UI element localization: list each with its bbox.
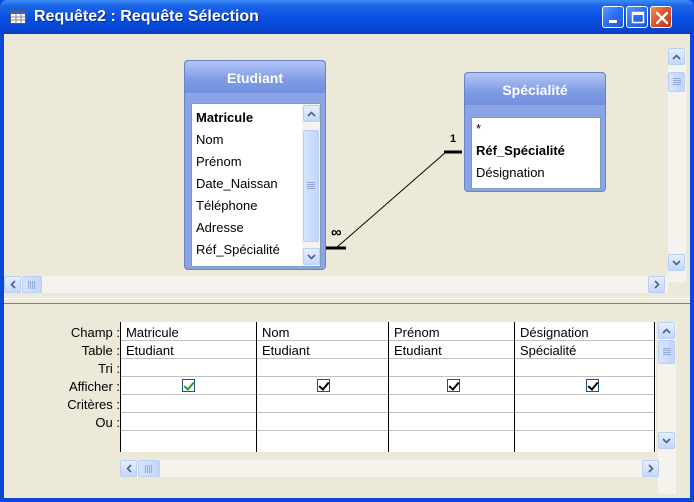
chevron-up-icon [307, 110, 316, 117]
scroll-up-button[interactable] [668, 48, 685, 65]
query-icon [10, 10, 26, 24]
champ-cell-2[interactable]: Nom [262, 325, 289, 340]
chevron-down-icon [307, 253, 316, 260]
champ-cell-4[interactable]: Désignation [520, 325, 589, 340]
chevron-right-icon [653, 280, 660, 289]
row-label-tri: Tri : [98, 361, 120, 376]
field-telephone[interactable]: Téléphone [196, 198, 257, 213]
close-button[interactable] [650, 6, 672, 28]
field-matricule[interactable]: Matricule [196, 110, 253, 125]
maximize-icon [631, 11, 645, 24]
scroll-thumb[interactable] [658, 340, 675, 364]
query-grid[interactable]: Matricule Etudiant Nom Etudiant Prénom E… [120, 322, 656, 452]
scroll-down-button[interactable] [668, 254, 685, 271]
query-window: Requête2 : Requête Sélection ∞ 1 Etudian… [0, 0, 694, 502]
afficher-checkbox-4[interactable] [586, 379, 599, 392]
scroll-up-button[interactable] [303, 105, 320, 122]
chevron-up-icon [662, 327, 671, 334]
field-ref-specialite-pk[interactable]: Réf_Spécialité [476, 143, 565, 158]
grid-horizontal-scrollbar[interactable] [120, 460, 672, 477]
chevron-down-icon [672, 259, 681, 266]
relationship-one-label: 1 [450, 133, 457, 145]
title-bar[interactable]: Requête2 : Requête Sélection [0, 0, 694, 34]
field-nom[interactable]: Nom [196, 132, 223, 147]
field-designation[interactable]: Désignation [476, 165, 545, 180]
table-specialite-field-list[interactable]: * Réf_Spécialité Désignation [471, 117, 601, 189]
champ-cell-3[interactable]: Prénom [394, 325, 440, 340]
table-etudiant-scrollbar[interactable] [302, 104, 320, 266]
scroll-thumb[interactable] [668, 72, 685, 92]
scroll-down-button[interactable] [658, 432, 675, 449]
query-design-grid-pane: Champ : Table : Tri : Afficher : Critère… [4, 306, 690, 498]
table-cell-4[interactable]: Spécialité [520, 343, 576, 358]
row-label-criteres: Critères : [67, 397, 120, 412]
field-ref-specialite[interactable]: Réf_Spécialité [196, 242, 280, 257]
scroll-left-button[interactable] [120, 460, 137, 477]
minimize-button[interactable] [602, 6, 624, 28]
table-etudiant-title[interactable]: Etudiant [185, 61, 325, 93]
field-adresse[interactable]: Adresse [196, 220, 244, 235]
relationship-many-label: ∞ [331, 224, 342, 241]
afficher-checkbox-1[interactable] [182, 379, 195, 392]
row-label-table: Table : [81, 343, 120, 358]
afficher-checkbox-2[interactable] [317, 379, 330, 392]
diagram-horizontal-scrollbar[interactable] [4, 276, 668, 293]
row-label-champ: Champ : [70, 325, 120, 340]
diagram-vertical-scrollbar[interactable] [668, 48, 686, 282]
scroll-thumb[interactable] [303, 130, 319, 242]
afficher-checkbox-3[interactable] [447, 379, 460, 392]
table-etudiant-field-list[interactable]: Matricule Nom Prénom Date_Naissan Téléph… [191, 103, 321, 267]
scroll-right-button[interactable] [648, 276, 665, 293]
maximize-button[interactable] [626, 6, 648, 28]
field-all[interactable]: * [476, 121, 481, 136]
scroll-thumb[interactable] [22, 276, 42, 293]
chevron-left-icon [9, 280, 16, 289]
window-title: Requête2 : Requête Sélection [34, 8, 259, 25]
table-specialite[interactable]: Spécialité * Réf_Spécialité Désignation [464, 72, 606, 192]
scroll-down-button[interactable] [303, 248, 320, 265]
close-icon [655, 11, 669, 25]
table-cell-2[interactable]: Etudiant [262, 343, 310, 358]
minimize-icon [609, 20, 617, 23]
field-prenom[interactable]: Prénom [196, 154, 242, 169]
table-cell-3[interactable]: Etudiant [394, 343, 442, 358]
scroll-up-button[interactable] [658, 322, 675, 339]
champ-cell-1[interactable]: Matricule [126, 325, 179, 340]
chevron-right-icon [647, 464, 654, 473]
chevron-left-icon [125, 464, 132, 473]
row-label-ou: Ou : [95, 415, 120, 430]
table-etudiant[interactable]: Etudiant Matricule Nom Prénom Date_Naiss… [184, 60, 326, 270]
table-diagram-pane[interactable]: ∞ 1 Etudiant Matricule Nom Prénom Date_N… [4, 34, 690, 298]
table-specialite-title[interactable]: Spécialité [465, 73, 605, 105]
scroll-thumb[interactable] [138, 460, 160, 477]
chevron-down-icon [662, 437, 671, 444]
scroll-right-button[interactable] [642, 460, 659, 477]
table-cell-1[interactable]: Etudiant [126, 343, 174, 358]
field-date-naissance[interactable]: Date_Naissan [196, 176, 278, 191]
scroll-left-button[interactable] [4, 276, 21, 293]
pane-splitter[interactable] [4, 298, 690, 304]
client-area: ∞ 1 Etudiant Matricule Nom Prénom Date_N… [4, 34, 690, 498]
chevron-up-icon [672, 53, 681, 60]
row-label-afficher: Afficher : [68, 379, 120, 394]
